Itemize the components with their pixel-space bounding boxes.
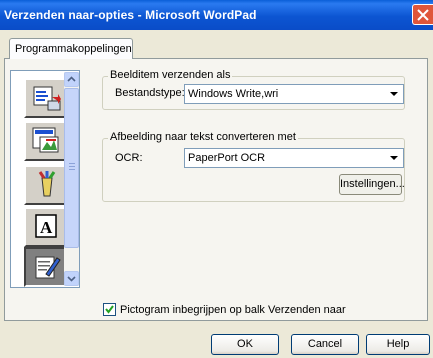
icon-list-scrollbar[interactable]	[64, 72, 79, 286]
scroll-thumb[interactable]	[64, 88, 79, 248]
chevron-down-icon	[390, 92, 398, 96]
text-a-icon: A	[35, 214, 57, 238]
ocr-label: OCR:	[115, 152, 143, 164]
picture-document-icon	[32, 127, 59, 153]
file-type-label: Bestandstype:	[115, 87, 185, 99]
dropdown-arrow[interactable]	[386, 150, 402, 166]
close-button[interactable]	[412, 4, 433, 25]
svg-text:A: A	[40, 218, 53, 237]
close-icon	[417, 9, 429, 21]
tab-label: Programmakoppelingen	[15, 43, 132, 55]
checkmark-icon	[105, 305, 114, 314]
program-icon-list[interactable]: A	[10, 70, 80, 288]
window-title: Verzenden naar-opties - Microsoft WordPa…	[4, 8, 257, 22]
title-bar[interactable]: Verzenden naar-opties - Microsoft WordPa…	[0, 0, 433, 30]
document-send-icon	[33, 86, 61, 111]
file-type-select[interactable]: Windows Write,wri	[184, 84, 404, 104]
help-button[interactable]: Help	[366, 334, 430, 355]
ocr-select[interactable]: PaperPort OCR	[184, 148, 404, 168]
tab-programmakoppelingen[interactable]: Programmakoppelingen	[9, 38, 133, 59]
scroll-up-button[interactable]	[64, 72, 79, 87]
notepad-icon	[35, 256, 61, 279]
file-type-value: Windows Write,wri	[188, 88, 279, 100]
ocr-legend: Afbeelding naar tekst converteren met	[108, 131, 298, 143]
ok-button[interactable]: OK	[211, 334, 279, 355]
chevron-down-icon	[390, 156, 398, 160]
include-icon-label: Pictogram inbegrijpen op balk Verzenden …	[120, 304, 346, 316]
cancel-button[interactable]: Cancel	[291, 334, 359, 355]
include-icon-checkbox[interactable]	[103, 303, 116, 316]
scroll-down-button[interactable]	[64, 271, 79, 286]
chevron-up-icon	[67, 76, 76, 82]
chevron-down-icon	[67, 276, 76, 282]
settings-button[interactable]: Instellingen...	[339, 174, 405, 195]
ocr-value: PaperPort OCR	[188, 152, 266, 164]
dropdown-arrow[interactable]	[386, 86, 402, 102]
paintbrush-icon	[38, 171, 56, 197]
send-as-legend: Beelditem verzenden als	[108, 69, 233, 81]
